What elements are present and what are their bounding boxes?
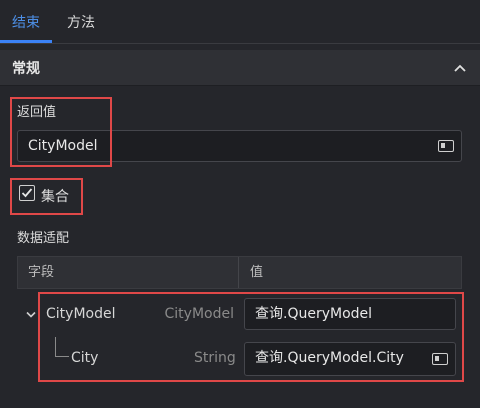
panel-icon[interactable] (432, 353, 448, 365)
tab-method[interactable]: 方法 (67, 0, 95, 44)
row-value-field-citymodel[interactable]: 查询.QueryModel (244, 298, 456, 330)
active-tab-indicator (0, 40, 52, 43)
section-title: 常规 (12, 61, 40, 77)
data-mapping-label: 数据适配 (17, 231, 70, 246)
row-value-city: 查询.QueryModel.City (255, 350, 404, 366)
panel-icon[interactable] (438, 140, 454, 152)
row-name-city[interactable]: City (71, 350, 98, 366)
column-header-value: 值 (250, 265, 264, 280)
column-divider (238, 257, 239, 288)
row-type-clip: CityModel (165, 303, 235, 327)
return-value-field[interactable]: CityModel (17, 130, 462, 162)
tab-end[interactable]: 结束 (12, 0, 40, 44)
collection-checkbox[interactable] (19, 185, 35, 201)
mapping-table-header: 字段 值 (17, 256, 462, 289)
return-value-label: 返回值 (17, 105, 57, 120)
row-value-citymodel: 查询.QueryModel (255, 306, 373, 322)
row-type-citymodel: CityModel (165, 306, 234, 322)
chevron-up-icon[interactable] (450, 60, 470, 76)
row-value-field-city[interactable]: 查询.QueryModel.City (244, 342, 456, 376)
column-header-field: 字段 (28, 265, 55, 280)
row-type-city: String (194, 350, 236, 366)
chevron-down-icon[interactable] (24, 309, 38, 321)
tree-connector (55, 337, 69, 357)
row-name-citymodel[interactable]: CityModel (46, 306, 115, 322)
tab-bar: 结束 方法 (0, 0, 480, 44)
general-section-header[interactable]: 常规 (0, 50, 480, 86)
return-value-text: CityModel (28, 138, 98, 154)
collection-label: 集合 (41, 189, 69, 205)
